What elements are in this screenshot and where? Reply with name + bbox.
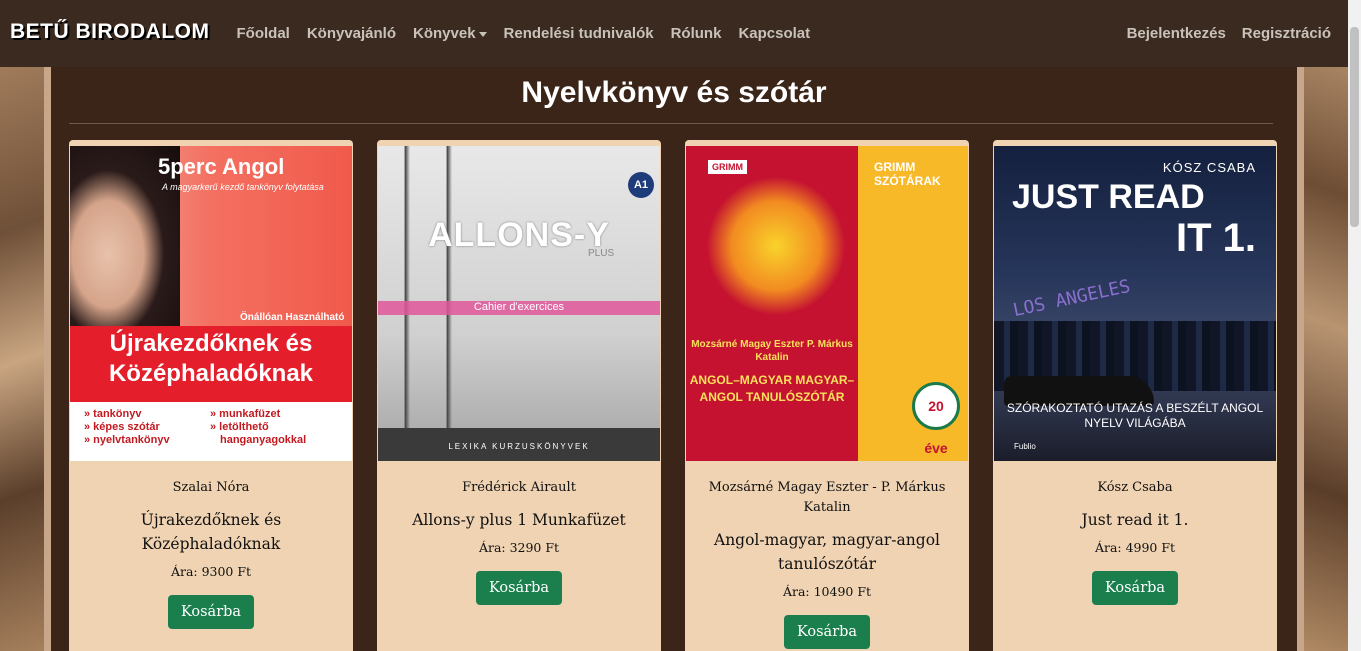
cover-publisher-tag: GRIMM (708, 160, 747, 174)
nav-register[interactable]: Regisztráció (1242, 25, 1331, 42)
book-author: Kósz Csaba (1097, 480, 1173, 495)
book-card-body: Frédérick Airault Allons-y plus 1 Munkaf… (377, 478, 661, 605)
nav-about[interactable]: Rólunk (671, 25, 722, 42)
book-title[interactable]: Újrakezdőknek és Középhaladóknak (87, 508, 335, 556)
book-card-body: Mozsárné Magay Eszter - P. Márkus Katali… (685, 478, 969, 649)
add-to-cart-button[interactable]: Kosárba (167, 595, 255, 629)
book-card: KÓSZ CSABA JUST READ IT 1. LOS ANGELES S… (993, 140, 1277, 651)
cover-note: Önállóan Használható (240, 312, 345, 323)
book-list: 5perc Angol A magyarkerű kezdő tankönyv … (69, 140, 1301, 651)
book-cover-image[interactable]: 5perc Angol A magyarkerű kezdő tankönyv … (70, 146, 352, 461)
cover-publisher: Fublio (1014, 442, 1036, 451)
page-title: Nyelvkönyv és szótár (521, 76, 827, 109)
cover-authors: Mozsárné Magay Eszter P. Márkus Katalin (691, 339, 853, 363)
cover-tagline: A magyarkerű kezdő tankönyv folytatása (162, 182, 324, 192)
book-card: 5perc Angol A magyarkerű kezdő tankönyv … (69, 140, 353, 651)
background-left-decoration (0, 0, 50, 651)
book-price: Ára: 10490 Ft (782, 584, 872, 599)
cover-city-name: LOS ANGELES (1011, 275, 1133, 322)
cover-headline: ANGOL–MAGYAR MAGYAR–ANGOL TANULÓSZÓTÁR (689, 373, 855, 404)
nav-auth-links: Bejelentkezés Regisztráció (1111, 25, 1348, 42)
book-card-body: Szalai Nóra Újrakezdőknek és Középhaladó… (69, 478, 353, 629)
cover-sun-graphic (706, 176, 846, 316)
cover-level-badge: A1 (628, 172, 654, 198)
cover-plus: PLUS (588, 248, 615, 259)
title-divider (69, 123, 1273, 124)
cover-title-line2: IT 1. (1175, 216, 1256, 260)
nav-books-label: Könyvek (413, 25, 476, 42)
book-price: Ára: 3290 Ft (478, 540, 560, 555)
nav-ordering-info[interactable]: Rendelési tudnivalók (504, 25, 654, 42)
book-card-body: Kósz Csaba Just read it 1. Ára: 4990 Ft … (993, 478, 1277, 605)
brand-logo[interactable]: BETŰ BIRODALOM (10, 20, 210, 44)
main-content: Nyelvkönyv és szótár 5perc Angol A magya… (44, 67, 1304, 651)
book-cover-image[interactable]: GRIMM GRIMM SZÓTÁRAK Mozsárné Magay Eszt… (686, 146, 968, 461)
book-title[interactable]: Just read it 1. (1011, 508, 1259, 532)
book-card: GRIMM GRIMM SZÓTÁRAK Mozsárné Magay Eszt… (685, 140, 969, 651)
book-author: Frédérick Airault (462, 480, 576, 495)
cover-anniversary-badge: 20 éve (912, 382, 960, 456)
book-title[interactable]: Allons-y plus 1 Munkafüzet (395, 508, 643, 532)
book-title[interactable]: Angol-magyar, magyar-angol tanulószótár (703, 528, 951, 576)
book-price: Ára: 4990 Ft (1094, 540, 1176, 555)
book-price: Ára: 9300 Ft (170, 564, 252, 579)
add-to-cart-button[interactable]: Kosárba (1091, 571, 1179, 605)
cover-author: KÓSZ CSABA (1162, 160, 1256, 175)
cover-features: » tankönyv » képes szótár » nyelvtanköny… (70, 402, 352, 461)
scrollbar-thumb[interactable] (1350, 27, 1359, 227)
cover-subtitle: SZÓRAKOZTATÓ UTAZÁS A BESZÉLT ANGOL NYEL… (1006, 401, 1264, 430)
add-to-cart-button[interactable]: Kosárba (475, 571, 563, 605)
cover-series: LEXIKA KURZUSKÖNYVEK (448, 442, 590, 451)
cover-brand: 5perc Angol (158, 154, 285, 179)
nav-home[interactable]: Főoldal (237, 25, 290, 42)
chevron-down-icon (478, 31, 487, 37)
nav-links: Főoldal Könyvajánló Könyvek Rendelési tu… (237, 25, 828, 42)
nav-recommendations[interactable]: Könyvajánló (307, 25, 396, 42)
navbar: BETŰ BIRODALOM Főoldal Könyvajánló Könyv… (0, 0, 1348, 67)
book-cover-image[interactable]: A1 ALLONS-Y PLUS Cahier d'exercices LEXI… (378, 146, 660, 461)
cover-series: GRIMM SZÓTÁRAK (874, 160, 941, 188)
cover-subtitle: Cahier d'exercices (473, 301, 565, 313)
page-scrollbar[interactable] (1348, 0, 1361, 651)
nav-books-dropdown[interactable]: Könyvek (413, 25, 487, 42)
book-card: A1 ALLONS-Y PLUS Cahier d'exercices LEXI… (377, 140, 661, 651)
add-to-cart-button[interactable]: Kosárba (783, 615, 871, 649)
book-cover-image[interactable]: KÓSZ CSABA JUST READ IT 1. LOS ANGELES S… (994, 146, 1276, 461)
book-author: Szalai Nóra (172, 480, 250, 495)
book-author: Mozsárné Magay Eszter - P. Márkus Katali… (708, 480, 946, 515)
cover-title-line1: JUST READ (1012, 178, 1205, 216)
cover-logo: ALLONS-Y (428, 216, 610, 254)
nav-contact[interactable]: Kapcsolat (738, 25, 810, 42)
cover-headline: Újrakezdőknek és Középhaladóknak (108, 330, 314, 387)
nav-login[interactable]: Bejelentkezés (1127, 25, 1226, 42)
